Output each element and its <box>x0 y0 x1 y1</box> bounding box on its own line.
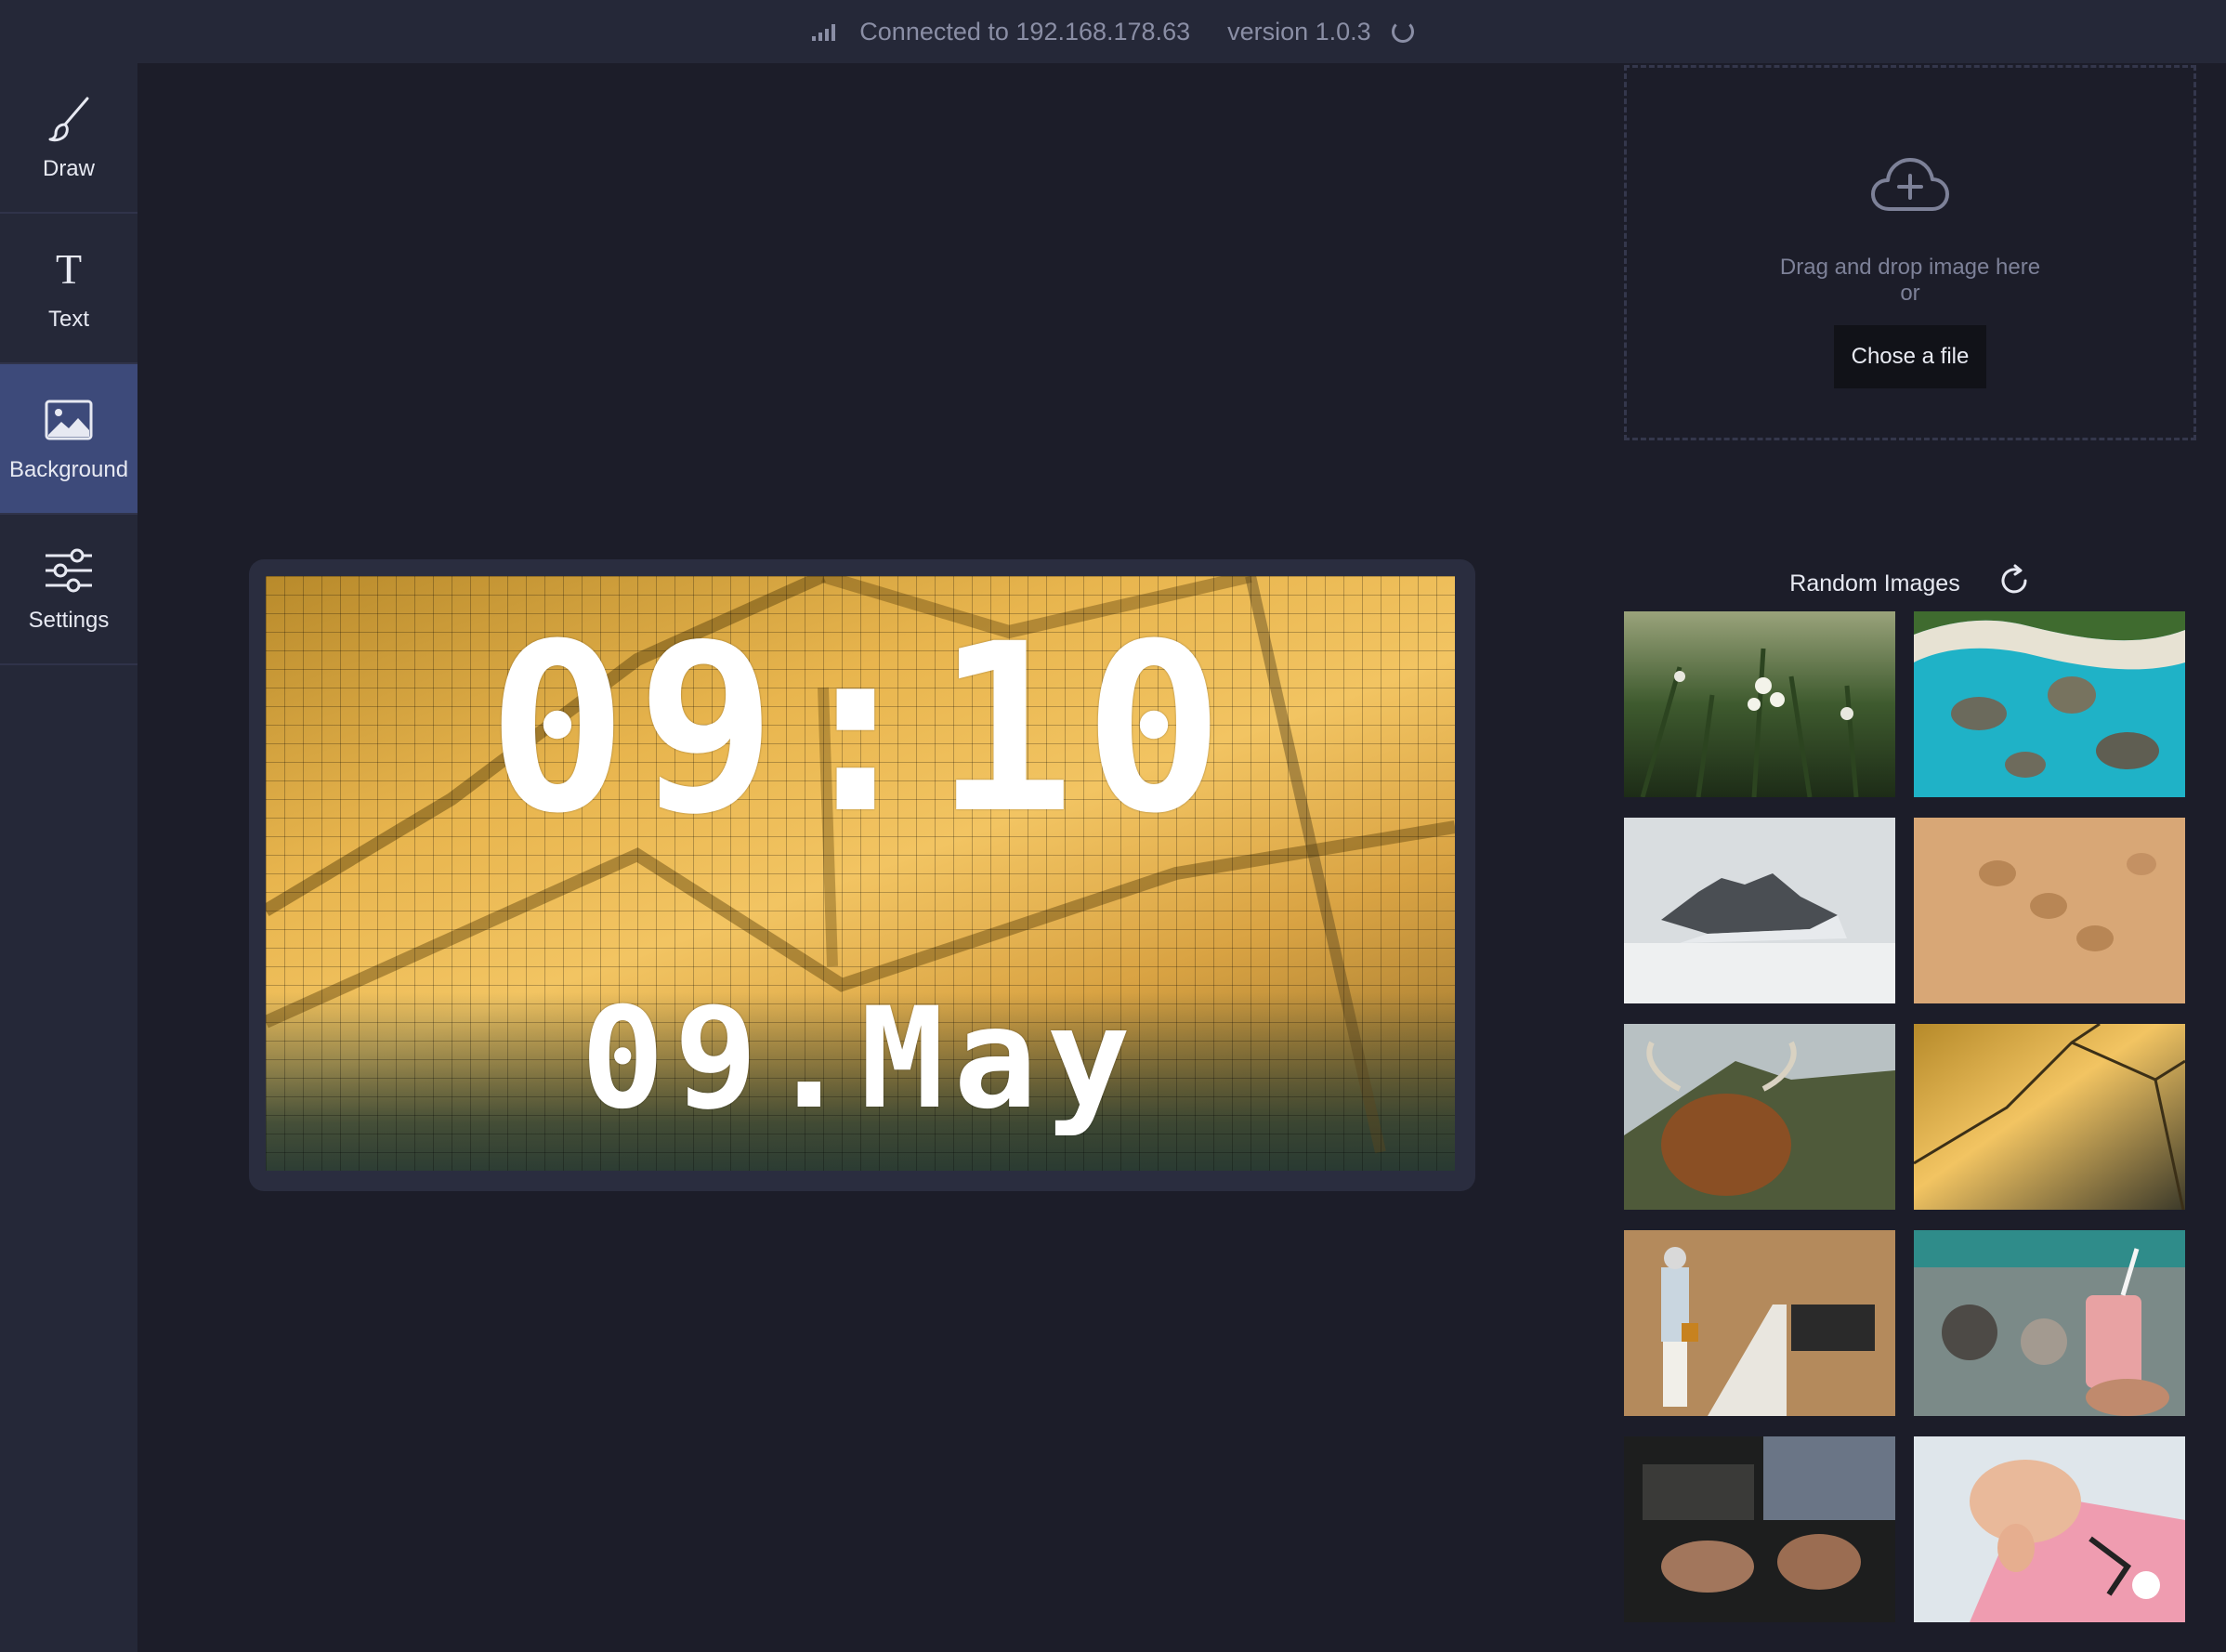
sidebar-item-label: Draw <box>42 156 95 181</box>
status-bar: Connected to 192.168.178.63 version 1.0.… <box>0 0 2226 63</box>
thumbnail-misty-mountain[interactable] <box>1624 818 1895 1003</box>
clock-time: 09:10 <box>487 594 1234 864</box>
choose-file-button[interactable]: Chose a file <box>1833 325 1987 388</box>
cloud-upload-icon <box>1871 157 1949 217</box>
sliders-icon <box>44 544 94 597</box>
sidebar-item-label: Text <box>47 307 89 332</box>
dropzone-or: or <box>1900 281 1920 306</box>
text-icon: T <box>55 245 83 293</box>
led-matrix-preview: 09:10 09.May <box>249 559 1475 1191</box>
background-panel: Drag and drop image here or Chose a file… <box>1587 63 2226 1652</box>
image-dropzone[interactable]: Drag and drop image here or Chose a file <box>1624 65 2196 440</box>
loading-spinner-icon <box>1391 20 1414 43</box>
sidebar-item-background[interactable]: Background <box>0 364 137 515</box>
thumbnail-highland-cow[interactable] <box>1624 1024 1895 1210</box>
canvas-area: 09:10 09.May <box>137 63 1587 1652</box>
sidebar-item-text[interactable]: T Text <box>0 214 137 364</box>
thumbnail-flowers-grass[interactable] <box>1624 611 1895 798</box>
thumbnail-turquoise-coast[interactable] <box>1914 611 2185 797</box>
sidebar-item-label: Settings <box>28 608 110 633</box>
refresh-icon[interactable] <box>1997 564 2031 604</box>
sidebar-item-label: Background <box>8 457 129 482</box>
version-label: version 1.0.3 <box>1227 17 1371 46</box>
led-matrix-display[interactable]: 09:10 09.May <box>266 576 1455 1171</box>
thumbnail-sand-footprints[interactable] <box>1914 818 2185 1003</box>
brush-icon <box>45 93 93 145</box>
thumbnail-woman-brick-wall[interactable] <box>1624 1230 1895 1416</box>
dropzone-instructions: Drag and drop image here <box>1779 255 2041 280</box>
thumbnail-drink-market[interactable] <box>1914 1230 2185 1416</box>
thumbnail-sewing-hands[interactable] <box>1624 1436 1895 1622</box>
image-icon <box>45 394 93 446</box>
random-images-grid <box>1624 611 2186 1622</box>
connection-status: Connected to 192.168.178.63 <box>859 17 1191 46</box>
thumbnail-baby-book[interactable] <box>1914 1436 2185 1622</box>
random-images-header: Random Images <box>1624 546 2196 621</box>
random-images-title: Random Images <box>1789 570 1960 597</box>
clock-date: 09.May <box>581 978 1140 1140</box>
sidebar: Draw T Text Background Settings <box>0 63 137 1652</box>
sidebar-item-settings[interactable]: Settings <box>0 515 137 665</box>
sidebar-item-draw[interactable]: Draw <box>0 63 137 214</box>
thumbnail-golden-geometry[interactable] <box>1913 1022 2186 1211</box>
signal-icon <box>812 22 836 41</box>
